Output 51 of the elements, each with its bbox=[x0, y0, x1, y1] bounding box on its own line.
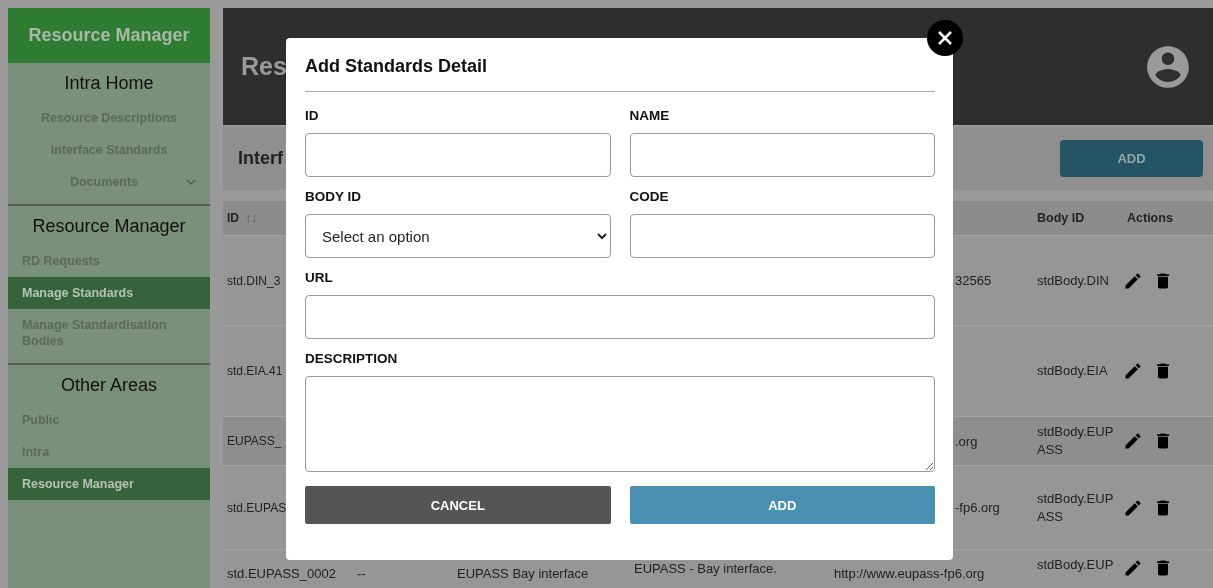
table-cell-text: std.EUPASS_0002 bbox=[226, 565, 337, 581]
table-cell-text: EUPASS Bay interface bbox=[456, 565, 590, 581]
sidebar-section-title: Intra Home bbox=[63, 72, 155, 95]
table-cell-text: stdBody.EUPASS bbox=[1036, 489, 1115, 526]
field-label: CODE bbox=[629, 189, 670, 204]
table-cell-text: .org bbox=[954, 433, 979, 449]
table-cell-text: stdBody.EUPASS bbox=[1036, 423, 1115, 459]
sidebar-brand[interactable]: Resource Manager bbox=[8, 8, 210, 63]
table-cell-text: std.EIA.41 bbox=[226, 364, 284, 378]
table-cell-text: stdBody.DIN bbox=[1036, 271, 1110, 290]
sidebar-item[interactable]: Resource Manager bbox=[8, 468, 210, 500]
edit-icon[interactable] bbox=[1123, 361, 1143, 381]
sort-icon[interactable]: ↑↓ bbox=[245, 211, 257, 225]
field-label: URL bbox=[305, 270, 334, 285]
cancel-button[interactable]: CANCEL bbox=[305, 486, 611, 524]
table-cell-text: std.DIN_3 bbox=[226, 273, 282, 288]
column-header[interactable]: Body ID bbox=[1033, 211, 1123, 225]
page-title: Res bbox=[241, 52, 287, 81]
table-cell-text: -fp6.org bbox=[954, 500, 1001, 515]
field-label: DESCRIPTION bbox=[305, 351, 399, 366]
table-cell-text: stdBody.EUP bbox=[1036, 556, 1115, 574]
edit-icon[interactable] bbox=[1123, 431, 1143, 451]
table-cell-text: std.EUPAS bbox=[226, 500, 286, 515]
column-header[interactable]: ID ↑↓ bbox=[223, 211, 286, 225]
field-label: BODY ID bbox=[305, 189, 362, 204]
table-cell-text: stdBody.EIA bbox=[1036, 362, 1109, 380]
edit-icon[interactable] bbox=[1123, 270, 1143, 291]
edit-icon[interactable] bbox=[1123, 497, 1143, 518]
table-cell-text: http://www.eupass-fp6.org bbox=[833, 565, 986, 581]
field-label: ID bbox=[305, 108, 320, 123]
table-cell-text: EUPASS_ bbox=[226, 434, 283, 448]
input-field[interactable] bbox=[305, 133, 611, 177]
input-field[interactable] bbox=[629, 133, 935, 177]
sidebar-section-title: Other Areas bbox=[59, 374, 158, 397]
input-field[interactable] bbox=[629, 214, 935, 258]
input-field[interactable] bbox=[305, 295, 935, 339]
sidebar-section-title: Resource Manager bbox=[31, 215, 187, 238]
chevron-down-icon bbox=[186, 177, 196, 187]
add-button[interactable]: ADD bbox=[629, 486, 935, 524]
section-title: Interf bbox=[238, 148, 283, 169]
textarea-field[interactable] bbox=[305, 376, 935, 472]
sidebar-item[interactable]: Manage Standards bbox=[8, 277, 210, 309]
add-button[interactable]: ADD bbox=[1060, 140, 1203, 177]
dialog-title: Add Standards Detail bbox=[305, 56, 935, 92]
select-field[interactable]: Select an option bbox=[305, 214, 611, 258]
field-label: NAME bbox=[629, 108, 671, 123]
table-cell-text: EUPASS - Bay interface. bbox=[633, 560, 778, 577]
edit-icon[interactable] bbox=[1123, 558, 1143, 578]
table-cell-text: -- bbox=[356, 565, 367, 581]
table-cell-text: 32565 bbox=[954, 273, 993, 288]
column-header[interactable]: Actions bbox=[1123, 211, 1213, 225]
